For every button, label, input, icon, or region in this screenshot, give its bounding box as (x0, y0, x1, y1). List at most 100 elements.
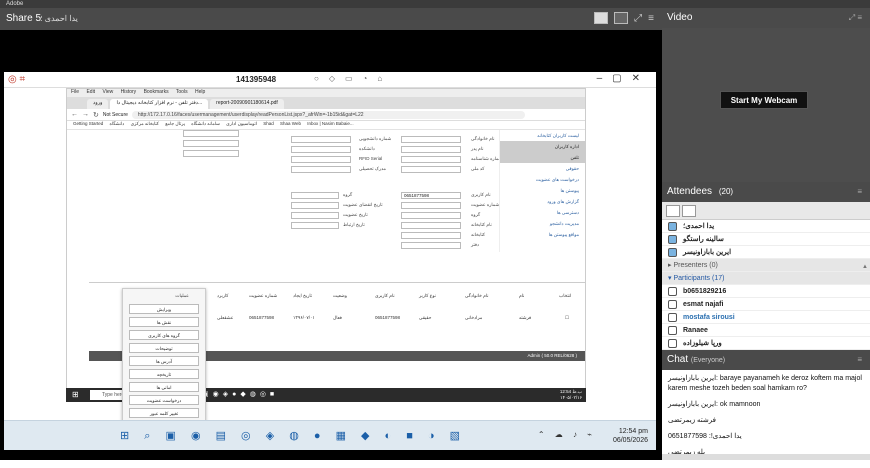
attendee-me[interactable]: یدا احمدی؛ (662, 220, 870, 233)
father-field[interactable] (401, 146, 461, 153)
layout-single-icon[interactable] (594, 12, 609, 24)
reload-icon[interactable]: ↻ (93, 111, 99, 119)
participant[interactable]: b0651829216 (662, 285, 870, 298)
student-no-field[interactable] (291, 136, 351, 143)
list-view-icon[interactable] (666, 204, 680, 217)
presenters-group[interactable]: ▸ Presenters (0) ▲ (662, 259, 870, 272)
popup-button-change-password[interactable]: تغییر کلمه عبور (129, 408, 199, 418)
host-clock: 12:54 pm 06/05/2026 (613, 427, 648, 445)
popup-button-membership-request[interactable]: درخواست عضویت (129, 395, 199, 405)
forward-icon[interactable]: → (82, 111, 89, 118)
window-controls-icon[interactable]: –▢✕ (597, 73, 650, 84)
misc-select[interactable] (183, 140, 239, 147)
participant[interactable]: mostafa sirousi (662, 311, 870, 324)
row-checkbox[interactable]: ☐ (565, 315, 569, 321)
bookmark-item[interactable]: Inbox | Nasim Babaie... (307, 121, 353, 126)
attendees-count: (20) (718, 187, 734, 196)
attendee-host[interactable]: سالینه راستگو (662, 233, 870, 246)
side-menu-item[interactable]: پیوستن ها (500, 185, 585, 196)
chat-message: یدا احمدی!: 0651877598 (668, 433, 742, 440)
menu-edit[interactable]: Edit (86, 89, 95, 95)
bookmark-item[interactable]: دانشگاه (110, 121, 125, 126)
url-field[interactable]: http://172.17.0.16/faces/usermanagement/… (131, 110, 525, 119)
side-menu-item-active[interactable]: اداره کاربران (500, 141, 585, 152)
side-menu-item[interactable]: درخواست های عضویت (500, 174, 585, 185)
attendees-menu-icon[interactable]: ≡ (857, 182, 862, 202)
host-taskbar-app-icons[interactable]: ⊞ ⌕ ▣ ◉ ▤ ◎ ◈ ◍ ● ▦ ◆ ◐ ■ ◑ ▧ (120, 429, 466, 443)
faculty-field[interactable] (291, 146, 351, 153)
role-view-icon[interactable] (682, 204, 696, 217)
popup-button-user-groups[interactable]: گروه های کاربری (129, 330, 199, 340)
menu-tools[interactable]: Tools (176, 89, 188, 95)
misc-field-2[interactable] (183, 150, 239, 157)
bookmark-item[interactable]: پرتال جامع (165, 121, 185, 126)
row-cell: 0651877598 (375, 315, 401, 320)
lastname-field[interactable] (401, 136, 461, 143)
fullscreen-icon[interactable]: ⤢ (634, 13, 642, 24)
bookmark-item[interactable]: کتابخانه مرکزی (131, 121, 159, 126)
menu-help[interactable]: Help (195, 89, 205, 95)
guest-date: ۱۴۰۵/۰۲/۱۶ (560, 395, 582, 400)
rfid-field[interactable] (291, 156, 351, 163)
popup-button-edit[interactable]: ویرایش (129, 304, 199, 314)
side-menu-item[interactable]: دسترسی ها (500, 207, 585, 218)
meeting-tool-icons[interactable]: ○◇▭◔⌂ (314, 74, 392, 83)
menu-history[interactable]: History (121, 89, 137, 95)
degree-select[interactable] (291, 166, 351, 173)
office-field[interactable] (401, 242, 461, 249)
system-tray-icons[interactable]: ⌃ ☁ ♪ ⌁ (538, 430, 596, 439)
attendees-title: Attendees (667, 186, 713, 197)
attendee-host[interactable]: ایرین بابازاونیسر (662, 246, 870, 259)
participant[interactable]: ورپا شیلوزاده (662, 337, 870, 350)
expiry-date-field[interactable] (291, 202, 339, 209)
popup-button-history[interactable]: تاریخچه (129, 369, 199, 379)
popup-button-notes[interactable]: توضیحات (129, 343, 199, 353)
side-menu-item[interactable]: تلفن (500, 152, 585, 163)
back-icon[interactable]: ← (71, 111, 78, 118)
misc-field[interactable] (183, 130, 239, 137)
popup-button-loans[interactable]: امانی ها (129, 382, 199, 392)
popup-button-addresses[interactable]: آدرس ها (129, 356, 199, 366)
start-webcam-button[interactable]: Start My Webcam (720, 91, 808, 109)
side-menu-item[interactable]: لیست کاربران کتابخانه (500, 130, 585, 141)
windows-start-icon[interactable]: ⊞ (72, 390, 79, 399)
participant[interactable]: esmat najafi (662, 298, 870, 311)
bookmark-item[interactable]: Shad (263, 121, 274, 126)
username-field[interactable]: 0651877598 (401, 192, 461, 199)
group-field-2[interactable] (291, 192, 339, 199)
row-cell: عشقعلی (217, 315, 234, 320)
menu-file[interactable]: File (71, 89, 79, 95)
contact-date-field[interactable] (291, 222, 339, 229)
group-select[interactable] (401, 212, 461, 219)
label-contact-date: تاریخ ارتباط (343, 222, 365, 227)
browser-tab-active[interactable]: دفتر تلفن - نرم افزار کتابخانه دیجیتال د… (110, 99, 209, 109)
popup-button-roles[interactable]: نقش ها (129, 317, 199, 327)
national-code-field[interactable] (401, 166, 461, 173)
bookmark-item[interactable]: Shaa Web (280, 121, 301, 126)
menu-bookmarks[interactable]: Bookmarks (144, 89, 169, 95)
id-number-field[interactable] (401, 156, 461, 163)
participant[interactable]: Ranaee (662, 324, 870, 337)
member-date-field[interactable] (291, 212, 339, 219)
browser-tab[interactable]: ورود (87, 99, 109, 109)
chat-menu-icon[interactable]: ≡ (857, 350, 862, 370)
bookmark-item[interactable]: اتوماسیون اداری (226, 121, 257, 126)
side-menu-item[interactable]: مواقع پیوستن ها (500, 229, 585, 240)
row-cell: مرادخانی (465, 315, 483, 320)
member-no-field[interactable] (401, 202, 461, 209)
pod-options-icon[interactable]: ⤢ ≡ (849, 8, 862, 28)
taskbar-app-icons[interactable]: ▣◉◈●◆◍◎■ (202, 390, 278, 398)
side-menu-item[interactable]: گزارش های ورود (500, 196, 585, 207)
participants-group[interactable]: ▾ Participants (17) (662, 272, 870, 285)
library-field[interactable] (401, 232, 461, 239)
layout-split-icon[interactable] (614, 12, 629, 24)
bookmark-item[interactable]: سامانه دانشگاه (191, 121, 220, 126)
chat-input[interactable] (662, 454, 870, 460)
pod-menu-icon[interactable]: ≡ (648, 13, 654, 24)
side-menu-item[interactable]: حقوقی (500, 163, 585, 174)
browser-tab[interactable]: report-20090901180614.pdf (210, 99, 284, 109)
menu-view[interactable]: View (102, 89, 113, 95)
library-name-field[interactable] (401, 222, 461, 229)
bookmark-item[interactable]: Getting Started (73, 121, 103, 126)
side-menu-item[interactable]: مدیریت دانشجو (500, 218, 585, 229)
